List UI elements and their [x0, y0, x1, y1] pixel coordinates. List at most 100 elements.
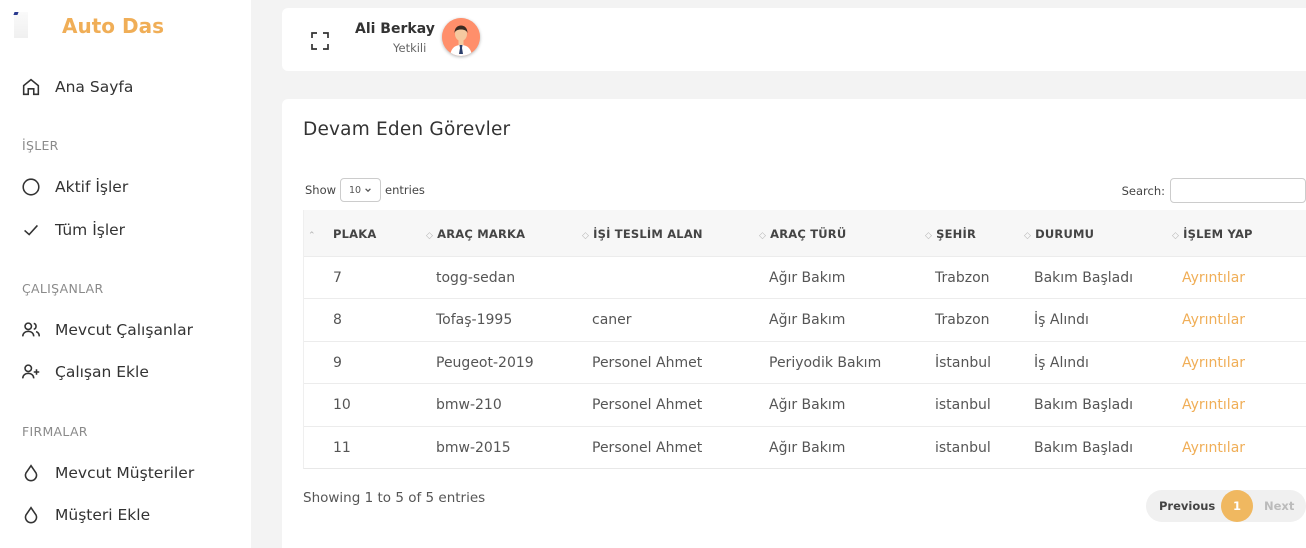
- sidebar-item-label: Mevcut Müşteriler: [55, 464, 195, 482]
- cell-plaka: 8: [333, 312, 342, 329]
- search-input[interactable]: [1170, 178, 1306, 203]
- column-header-plaka[interactable]: PLAKA: [333, 227, 376, 241]
- sort-icon: ◇: [1172, 231, 1180, 241]
- sort-icon: ◇: [1024, 231, 1032, 241]
- cell-teslim-alan: Personel Ahmet: [592, 439, 703, 456]
- sidebar-item-label: Aktif İşler: [55, 178, 129, 196]
- check-icon: [24, 224, 38, 236]
- entries-label: entries: [385, 183, 425, 197]
- details-link[interactable]: Ayrıntılar: [1182, 270, 1245, 286]
- column-header-arac-marka[interactable]: ◇ ARAÇ MARKA: [426, 227, 525, 241]
- table-info: Showing 1 to 5 of 5 entries: [303, 490, 486, 506]
- sort-icon: ◇: [925, 231, 933, 241]
- cell-durumu: Bakım Başladı: [1034, 397, 1133, 414]
- page-length-select[interactable]: 10: [340, 178, 382, 202]
- sort-icon: ◇: [582, 231, 590, 241]
- avatar-icon: [442, 18, 480, 56]
- column-header-arac-turu[interactable]: ◇ ARAÇ TÜRÜ: [759, 227, 846, 241]
- cell-arac-turu: Ağır Bakım: [769, 439, 846, 456]
- sort-icon: ◇: [426, 231, 434, 241]
- column-header-teslim-alan[interactable]: ◇ İŞİ TESLİM ALAN: [582, 227, 703, 241]
- cell-arac-marka: Tofaş-1995: [436, 312, 513, 329]
- chevron-down-icon: [365, 188, 371, 193]
- cell-teslim-alan: caner: [592, 312, 632, 329]
- cell-arac-turu: Periyodik Bakım: [769, 354, 882, 371]
- circle-icon: [22, 178, 40, 196]
- table-row: 10 bmw-210 Personel Ahmet Ağır Bakım ist…: [304, 383, 1306, 425]
- table-row: 7 togg-sedan Ağır Bakım Trabzon Bakım Ba…: [304, 256, 1306, 298]
- avatar[interactable]: [442, 18, 480, 56]
- details-link[interactable]: Ayrıntılar: [1182, 312, 1245, 328]
- topbar: Ali Berkay Yetkili: [282, 8, 1306, 71]
- users-icon: [21, 322, 41, 337]
- section-title-isler: İŞLER: [22, 138, 59, 153]
- sort-indicator[interactable]: ⌃: [308, 227, 320, 241]
- sidebar-item-label: Ana Sayfa: [55, 78, 134, 96]
- search-control: Search:: [1122, 178, 1306, 203]
- page-length-value: 10: [348, 184, 362, 196]
- user-plus-icon: [21, 364, 40, 379]
- sidebar-item-home[interactable]: Ana Sayfa: [20, 76, 133, 98]
- cell-plaka: 10: [333, 397, 351, 414]
- cell-arac-marka: bmw-2015: [436, 439, 511, 456]
- cell-plaka: 9: [333, 354, 342, 371]
- cell-arac-turu: Ağır Bakım: [769, 270, 846, 286]
- cell-plaka: 11: [333, 439, 351, 456]
- sidebar: Auto Das Ana Sayfa İŞLER Aktif İşler Tüm…: [0, 0, 251, 548]
- sort-icon: ⌃: [308, 231, 316, 241]
- cell-durumu: Bakım Başladı: [1034, 270, 1133, 286]
- tasks-card: Devam Eden Görevler Show 10 entries Sear…: [282, 99, 1306, 548]
- search-label: Search:: [1121, 183, 1165, 198]
- sidebar-item-aktif-isler[interactable]: Aktif İşler: [20, 176, 128, 198]
- fullscreen-icon[interactable]: [310, 31, 330, 51]
- user-role: Yetkili: [393, 41, 427, 55]
- table-row: 11 bmw-2015 Personel Ahmet Ağır Bakım is…: [304, 425, 1306, 468]
- page-length-control: Show 10 entries: [305, 178, 425, 202]
- sidebar-item-mevcut-musteriler[interactable]: Mevcut Müşteriler: [20, 462, 194, 484]
- logo-icon: [14, 12, 28, 38]
- sidebar-item-label: Çalışan Ekle: [55, 363, 149, 381]
- droplet-icon: [24, 506, 38, 524]
- sidebar-item-calisan-ekle[interactable]: Çalışan Ekle: [20, 361, 149, 383]
- sidebar-item-tum-isler[interactable]: Tüm İşler: [20, 219, 125, 241]
- section-title-firmalar: FIRMALAR: [22, 424, 88, 439]
- cell-arac-turu: Ağır Bakım: [769, 397, 846, 414]
- details-link[interactable]: Ayrıntılar: [1182, 397, 1245, 413]
- column-header-islem-yap[interactable]: ◇ İŞLEM YAP: [1172, 227, 1253, 241]
- cell-arac-marka: Peugeot-2019: [436, 354, 534, 371]
- droplet-icon: [24, 464, 38, 482]
- user-name: Ali Berkay: [355, 21, 435, 37]
- table-row: 8 Tofaş-1995 caner Ağır Bakım Trabzon İş…: [304, 298, 1306, 340]
- cell-teslim-alan: Personel Ahmet: [592, 397, 703, 414]
- cell-sehir: Trabzon: [935, 312, 990, 329]
- app-logo[interactable]: Auto Das: [62, 14, 164, 38]
- table-row: 9 Peugeot-2019 Personel Ahmet Periyodik …: [304, 340, 1306, 383]
- details-link[interactable]: Ayrıntılar: [1182, 440, 1245, 456]
- tasks-table: ⌃ PLAKA ◇ ARAÇ MARKA ◇ İŞİ TESLİM ALAN ◇ AR…: [303, 210, 1306, 469]
- sidebar-item-label: Mevcut Çalışanlar: [55, 321, 193, 339]
- cell-durumu: Bakım Başladı: [1034, 439, 1133, 456]
- page-1-button[interactable]: 1: [1221, 490, 1253, 522]
- cell-arac-marka: bmw-210: [436, 397, 502, 414]
- cell-plaka: 7: [333, 270, 342, 286]
- cell-arac-turu: Ağır Bakım: [769, 312, 846, 329]
- column-header-durumu[interactable]: ◇ DURUMU: [1024, 227, 1094, 241]
- home-icon: [22, 78, 40, 96]
- previous-button[interactable]: Previous: [1159, 499, 1215, 513]
- sidebar-item-label: Tüm İşler: [55, 221, 126, 239]
- page-title: Devam Eden Görevler: [303, 119, 511, 140]
- details-link[interactable]: Ayrıntılar: [1182, 355, 1245, 371]
- sidebar-item-musteri-ekle[interactable]: Müşteri Ekle: [20, 504, 150, 526]
- sidebar-item-mevcut-calisanlar[interactable]: Mevcut Çalışanlar: [20, 319, 193, 341]
- sort-icon: ◇: [759, 231, 767, 241]
- cell-sehir: istanbul: [935, 397, 991, 414]
- next-button[interactable]: Next: [1264, 499, 1294, 513]
- cell-sehir: istanbul: [935, 439, 991, 456]
- cell-durumu: İş Alındı: [1034, 312, 1089, 329]
- pagination: Previous 1 Next: [1146, 490, 1306, 522]
- table-header: ⌃ PLAKA ◇ ARAÇ MARKA ◇ İŞİ TESLİM ALAN ◇ AR…: [304, 210, 1306, 256]
- cell-sehir: Trabzon: [935, 270, 990, 286]
- cell-teslim-alan: Personel Ahmet: [592, 354, 703, 371]
- column-header-sehir[interactable]: ◇ ŞEHİR: [925, 227, 976, 241]
- show-label: Show: [305, 183, 337, 197]
